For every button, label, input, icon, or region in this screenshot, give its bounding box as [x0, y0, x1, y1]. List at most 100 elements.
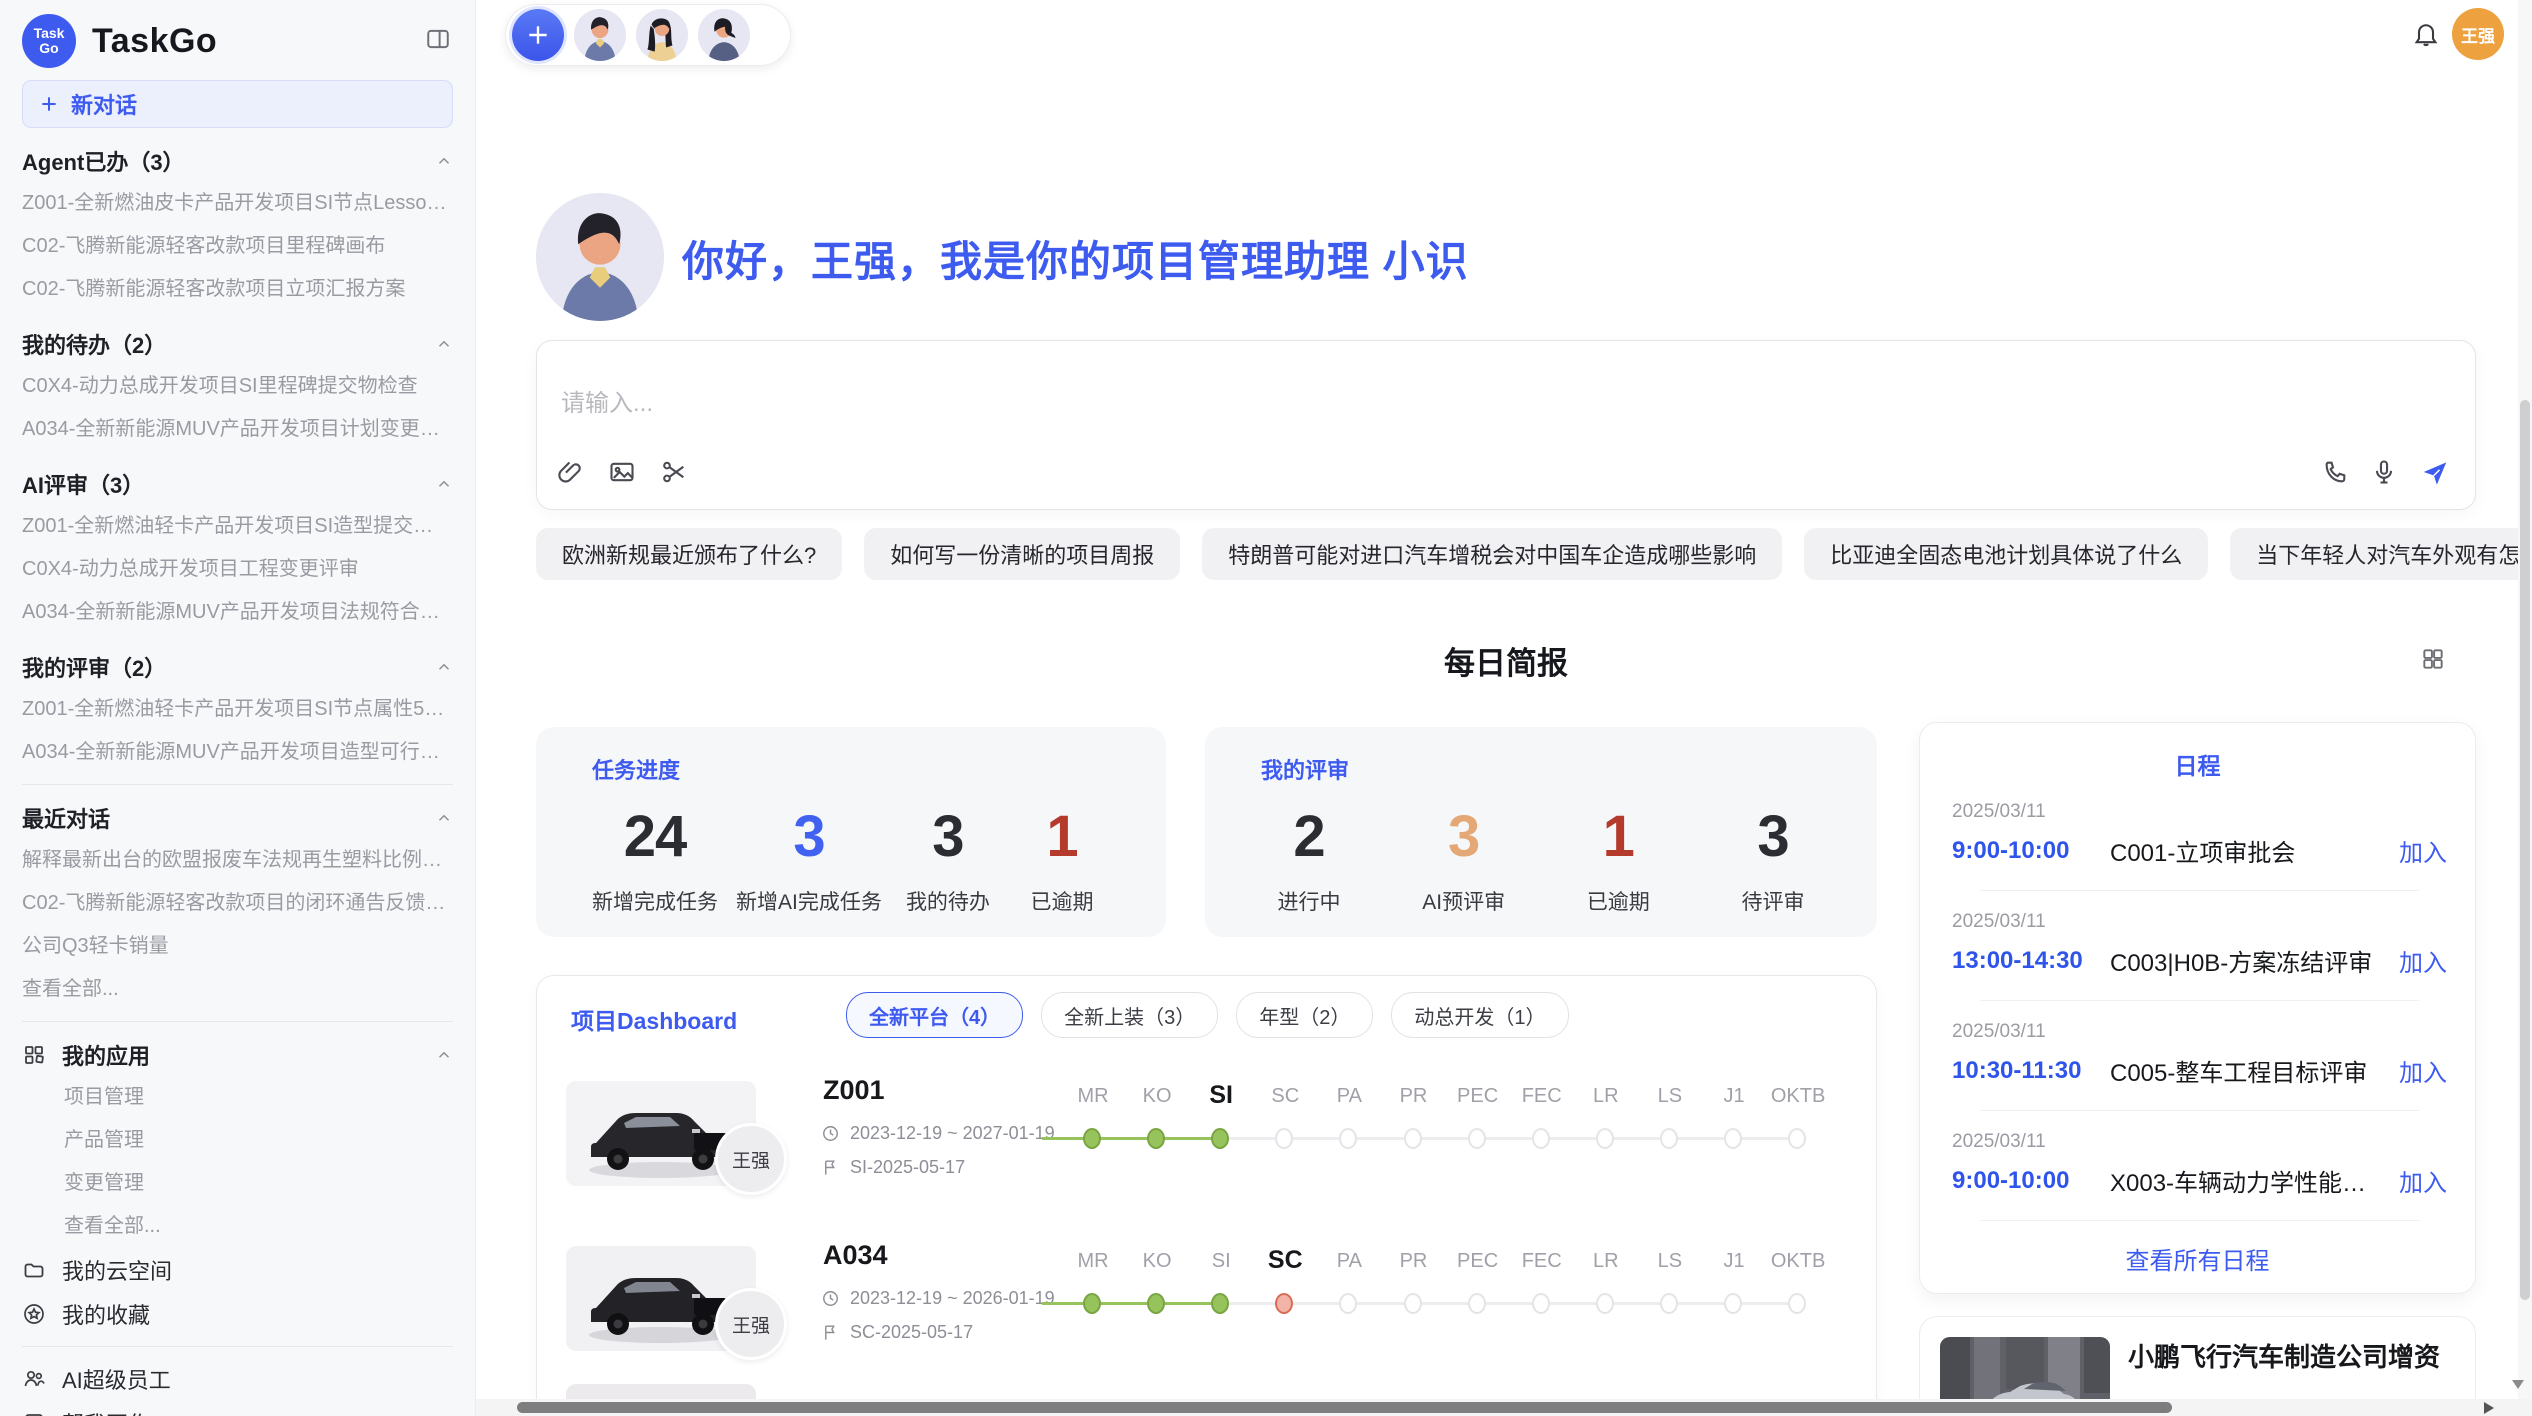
milestone-dot-J1[interactable]: [1724, 1128, 1742, 1149]
suggestion-chip[interactable]: 特朗普可能对进口汽车增税会对中国车企造成哪些影响: [1202, 528, 1782, 580]
filter-new-body[interactable]: 全新上装（3）: [1041, 992, 1218, 1038]
sidebar-item[interactable]: Z001-全新燃油皮卡产品开发项目SI节点Lesson Learn报告: [22, 182, 453, 225]
milestone-dot-MR[interactable]: [1083, 1293, 1101, 1314]
milestone-dot-SC[interactable]: [1275, 1128, 1293, 1149]
user-avatar[interactable]: 王强: [2452, 8, 2504, 60]
sidebar-item-ai-super-staff[interactable]: AI超级员工: [22, 1357, 453, 1401]
milestone-dot-MR[interactable]: [1083, 1128, 1101, 1149]
milestone-dot-J1[interactable]: [1724, 1293, 1742, 1314]
vertical-scrollbar-thumb[interactable]: [2520, 400, 2530, 1300]
view-all-apps[interactable]: 查看全部...: [22, 1205, 453, 1248]
project-row[interactable]: 王强 Z001 2023-12-19 ~ 2027-01-19 SI-2025-…: [537, 1061, 1877, 1221]
sidebar-section-recent[interactable]: 最近对话: [22, 797, 453, 839]
attachment-icon[interactable]: [556, 458, 584, 486]
new-chat-button[interactable]: 新对话: [22, 80, 453, 128]
milestone-dot-LR[interactable]: [1596, 1128, 1614, 1149]
filter-powertrain[interactable]: 动总开发（1）: [1391, 992, 1568, 1038]
suggestion-chip[interactable]: 欧洲新规最近颁布了什么?: [536, 528, 842, 580]
scroll-down-arrow[interactable]: [2512, 1380, 2524, 1389]
scissors-icon[interactable]: [660, 458, 688, 486]
scroll-right-arrow[interactable]: [2484, 1402, 2494, 1414]
chat-input[interactable]: [559, 389, 1963, 419]
milestone-dot-SI[interactable]: [1211, 1128, 1229, 1149]
sidebar-app-item[interactable]: 产品管理: [22, 1119, 453, 1162]
suggestion-chip[interactable]: 如何写一份清晰的项目周报: [864, 528, 1180, 580]
sidebar-app-item[interactable]: 变更管理: [22, 1162, 453, 1205]
milestone-dot-PR[interactable]: [1404, 1293, 1422, 1314]
sidebar-app-item[interactable]: 项目管理: [22, 1076, 453, 1119]
chevron-up-icon[interactable]: [435, 1046, 453, 1064]
join-link[interactable]: 加入: [2399, 943, 2447, 978]
milestone-dot-LS[interactable]: [1660, 1128, 1678, 1149]
milestone-dot-PEC[interactable]: [1468, 1128, 1486, 1149]
sidebar-item-cloud-space[interactable]: 我的云空间: [22, 1248, 453, 1292]
phone-icon[interactable]: [2322, 458, 2350, 486]
suggestion-chip[interactable]: 当下年轻人对汽车外观有怎样的喜好趋势: [2230, 528, 2532, 580]
image-icon[interactable]: [608, 458, 636, 486]
owner-badge: 王强: [715, 1123, 787, 1195]
chevron-up-icon[interactable]: [435, 658, 453, 676]
filter-all-platform[interactable]: 全新平台（4）: [846, 992, 1023, 1038]
milestone-dot-PA[interactable]: [1339, 1293, 1357, 1314]
milestone-dot-SC[interactable]: [1275, 1293, 1293, 1314]
milestone-dot-SI[interactable]: [1211, 1293, 1229, 1314]
sidebar-section-my-apps[interactable]: 我的应用: [22, 1034, 453, 1076]
sidebar-item[interactable]: A034-全新新能源MUV产品开发项目计划变更表编写: [22, 408, 453, 451]
chevron-up-icon[interactable]: [435, 152, 453, 170]
view-all-schedule[interactable]: 查看所有日程: [1920, 1241, 2475, 1276]
sidebar-item[interactable]: 公司Q3轻卡销量: [22, 925, 453, 968]
chevron-up-icon[interactable]: [435, 475, 453, 493]
sidebar-section-ai-review[interactable]: AI评审（3）: [22, 463, 453, 505]
milestone-dot-LR[interactable]: [1596, 1293, 1614, 1314]
horizontal-scrollbar[interactable]: [476, 1399, 2532, 1416]
project-name[interactable]: Z001: [823, 1075, 885, 1106]
milestone-dot-KO[interactable]: [1147, 1293, 1165, 1314]
sidebar-item[interactable]: 解释最新出台的欧盟报废车法规再生塑料比例被调至15%...: [22, 839, 453, 882]
member-avatar-1[interactable]: [574, 9, 626, 61]
member-avatar-2[interactable]: [636, 9, 688, 61]
sidebar-item[interactable]: C0X4-动力总成开发项目SI里程碑提交物检查: [22, 365, 453, 408]
sidebar-item[interactable]: C02-飞腾新能源轻客改款项目里程碑画布: [22, 225, 453, 268]
suggestion-chip[interactable]: 比亚迪全固态电池计划具体说了什么: [1804, 528, 2208, 580]
join-link[interactable]: 加入: [2399, 833, 2447, 868]
view-all-recent[interactable]: 查看全部...: [22, 968, 453, 1011]
milestone-dot-PA[interactable]: [1339, 1128, 1357, 1149]
sidebar-item[interactable]: Z001-全新燃油轻卡产品开发项目SI节点属性5D文件评审: [22, 688, 453, 731]
join-link[interactable]: 加入: [2399, 1053, 2447, 1088]
milestone-dot-OKTB[interactable]: [1788, 1293, 1806, 1314]
milestone-dot-OKTB[interactable]: [1788, 1128, 1806, 1149]
filter-year-model[interactable]: 年型（2）: [1236, 992, 1373, 1038]
sidebar-section-my-review[interactable]: 我的评审（2）: [22, 646, 453, 688]
milestone-dot-LS[interactable]: [1660, 1293, 1678, 1314]
vertical-scrollbar[interactable]: [2518, 0, 2532, 1399]
milestone-dot-KO[interactable]: [1147, 1128, 1165, 1149]
project-name[interactable]: A034: [823, 1240, 888, 1271]
add-button[interactable]: [512, 9, 564, 61]
project-row[interactable]: 王强 A034 2023-12-19 ~ 2026-01-19 SC-2025-…: [537, 1226, 1877, 1386]
layout-grid-icon[interactable]: [2420, 646, 2446, 672]
horizontal-scrollbar-thumb[interactable]: [517, 1402, 2172, 1413]
milestone-dot-FEC[interactable]: [1532, 1293, 1550, 1314]
mic-icon[interactable]: [2370, 458, 2398, 486]
milestone-dot-PR[interactable]: [1404, 1128, 1422, 1149]
sidebar-item[interactable]: C02-飞腾新能源轻客改款项目的闭环通告反馈情况: [22, 882, 453, 925]
chevron-up-icon[interactable]: [435, 809, 453, 827]
card-title: 我的评审: [1261, 753, 1821, 785]
sidebar-collapse-icon[interactable]: [425, 26, 451, 52]
join-link[interactable]: 加入: [2399, 1163, 2447, 1198]
member-avatar-3[interactable]: [698, 9, 750, 61]
sidebar-section-my-todo[interactable]: 我的待办（2）: [22, 323, 453, 365]
sidebar-item-help-write[interactable]: 帮我写作: [22, 1401, 453, 1416]
milestone-dot-FEC[interactable]: [1532, 1128, 1550, 1149]
sidebar-item[interactable]: A034-全新新能源MUV产品开发项目法规符合性评审: [22, 591, 453, 634]
sidebar-item[interactable]: A034-全新新能源MUV产品开发项目造型可行性评审: [22, 731, 453, 774]
notification-bell-icon[interactable]: [2412, 20, 2440, 48]
chevron-up-icon[interactable]: [435, 335, 453, 353]
send-icon[interactable]: [2420, 458, 2450, 488]
sidebar-section-agent-done[interactable]: Agent已办（3）: [22, 140, 453, 182]
sidebar-item[interactable]: Z001-全新燃油轻卡产品开发项目SI造型提交物评审: [22, 505, 453, 548]
sidebar-item-favorites[interactable]: 我的收藏: [22, 1292, 453, 1336]
sidebar-item[interactable]: C02-飞腾新能源轻客改款项目立项汇报方案: [22, 268, 453, 311]
milestone-dot-PEC[interactable]: [1468, 1293, 1486, 1314]
sidebar-item[interactable]: C0X4-动力总成开发项目工程变更评审: [22, 548, 453, 591]
